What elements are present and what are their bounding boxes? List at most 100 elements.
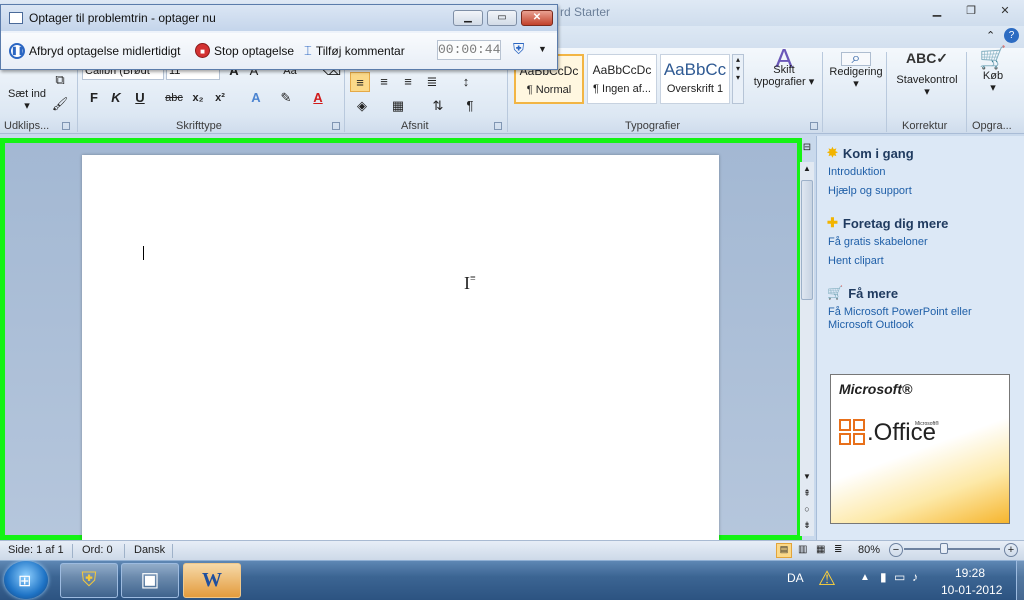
action-center-icon[interactable]: ⚠ <box>818 566 836 591</box>
line-spacing-icon[interactable]: ↕ <box>456 72 476 92</box>
pane-link[interactable]: Få Microsoft PowerPoint eller Microsoft … <box>828 306 998 332</box>
taskbar-word[interactable]: W <box>183 563 241 598</box>
help-icon[interactable]: ? <box>1004 28 1019 43</box>
sort-icon[interactable]: ⇅ <box>428 96 448 116</box>
add-comment-button[interactable]: ⌶ Tilføj kommentar <box>304 43 405 59</box>
print-layout-icon[interactable]: ▤ <box>776 543 792 558</box>
change-styles-button[interactable]: A Skift typografier ▾ <box>748 43 820 88</box>
language-indicator[interactable]: Dansk <box>134 544 165 556</box>
font-launcher-icon[interactable] <box>332 122 340 130</box>
previous-page-icon[interactable]: ⇞ <box>800 488 814 499</box>
shading-icon[interactable]: ◈ <box>352 96 372 116</box>
bold-button[interactable]: F <box>84 88 104 108</box>
shield-icon: ⛨ <box>513 41 525 58</box>
next-page-icon[interactable]: ⇟ <box>800 520 814 531</box>
help-dropdown-icon[interactable]: ▼ <box>538 44 547 54</box>
pane-heading-text: Få mere <box>848 285 899 301</box>
microsoft-logo: Microsoft® <box>839 381 913 397</box>
align-right-icon[interactable]: ≡ <box>398 72 418 92</box>
zoom-slider[interactable] <box>904 548 1000 550</box>
zoom-in-icon[interactable]: + <box>1004 543 1018 557</box>
pane-heading: 🛒 Få mere <box>827 285 898 301</box>
style-heading-1[interactable]: AaBbCc Overskrift 1 <box>660 54 730 104</box>
subscript-button[interactable]: x₂ <box>188 88 208 108</box>
buy-button[interactable]: 🛒 Køb ▾ <box>970 47 1016 95</box>
recorder-close-button[interactable]: ✕ <box>521 10 553 26</box>
align-center-icon[interactable]: ≡ <box>374 72 394 92</box>
comment-icon: ⌶ <box>304 43 312 58</box>
recorder-toolbar: ❚❚ Afbryd optagelse midlertidigt ■ Stop … <box>1 33 557 69</box>
clock-time[interactable]: 19:28 <box>955 566 985 580</box>
close-button[interactable]: ✕ <box>992 3 1018 19</box>
clipboard-launcher-icon[interactable] <box>62 122 70 130</box>
justify-icon[interactable]: ≣ <box>422 72 442 92</box>
clock-date[interactable]: 10-01-2012 <box>941 583 1002 597</box>
style-name: Overskrift 1 <box>666 83 724 95</box>
status-bar: Side: 1 af 1 Ord: 0 Dansk ▤ ▥ ▦ ≣ 80% − … <box>0 540 1024 560</box>
zoom-out-icon[interactable]: − <box>889 543 903 557</box>
scroll-up-icon[interactable]: ▲ <box>800 164 814 173</box>
recording-timer: 00:00:44 <box>437 40 501 60</box>
web-layout-icon[interactable]: ▦ <box>816 544 825 555</box>
paste-button[interactable]: Sæt ind ▾ <box>8 88 46 112</box>
minimize-button[interactable]: ▁ <box>924 3 950 19</box>
italic-button[interactable]: K <box>106 88 126 108</box>
highlight-icon[interactable]: ✎ <box>276 88 296 108</box>
word-count[interactable]: Ord: 0 <box>82 544 113 556</box>
zoom-level[interactable]: 80% <box>858 544 880 556</box>
language-bar[interactable]: DA <box>787 571 804 585</box>
align-left-icon[interactable]: ≡ <box>350 72 370 92</box>
collapse-ribbon-icon[interactable]: ⌃ <box>986 29 995 42</box>
pane-link[interactable]: Hent clipart <box>828 255 884 268</box>
pause-recording-button[interactable]: ❚❚ Afbryd optagelse midlertidigt <box>9 43 180 59</box>
maximize-button[interactable]: ❐ <box>958 3 984 19</box>
group-separator <box>966 52 967 132</box>
superscript-button[interactable]: x² <box>210 88 230 108</box>
format-painter-icon[interactable]: 🖌 <box>50 94 70 114</box>
font-color-icon[interactable]: A <box>308 88 328 108</box>
pane-link[interactable]: Få gratis skabeloner <box>828 236 928 249</box>
spelling-button[interactable]: ABC✓ Stavekontrol ▾ <box>890 51 964 98</box>
buy-label: Køb <box>982 70 1004 82</box>
style-no-spacing[interactable]: AaBbCcDc ¶ Ingen af... <box>587 54 657 104</box>
change-styles-icon: A <box>775 43 793 73</box>
style-sample: AaBbCc <box>663 60 727 79</box>
show-marks-icon[interactable]: ¶ <box>460 96 480 116</box>
copy-icon[interactable]: ⧉ <box>50 70 70 90</box>
browse-object-icon[interactable]: ○ <box>800 504 814 514</box>
document-page[interactable] <box>82 155 719 540</box>
recorder-app-icon <box>9 12 23 24</box>
taskbar-steps-recorder[interactable]: ▣ <box>121 563 179 598</box>
pane-heading: ✚ Foretag dig mere <box>827 215 948 231</box>
borders-icon[interactable]: ▦ <box>388 96 408 116</box>
recorder-minimize-button[interactable]: ▁ <box>453 10 483 26</box>
stop-label: Stop optagelse <box>214 43 295 58</box>
styles-launcher-icon[interactable] <box>810 122 818 130</box>
volume-icon[interactable]: ♪ <box>912 570 918 584</box>
stop-recording-button[interactable]: ■ Stop optagelse <box>195 43 294 58</box>
scroll-down-icon[interactable]: ▼ <box>800 472 814 481</box>
show-hidden-icons-icon[interactable]: ▲ <box>860 572 870 583</box>
view-ruler-icon[interactable]: ⊟ <box>800 142 814 158</box>
strikethrough-button[interactable]: abc <box>164 88 184 108</box>
paragraph-launcher-icon[interactable] <box>494 122 502 130</box>
zoom-slider-thumb[interactable] <box>940 543 948 554</box>
pane-link[interactable]: Introduktion <box>828 166 885 179</box>
network-icon[interactable]: ▮ <box>880 570 887 584</box>
full-screen-icon[interactable]: ▥ <box>798 544 807 555</box>
pane-link[interactable]: Hjælp og support <box>828 185 912 198</box>
styles-scroll[interactable]: ▴ ▾ ▾ <box>732 54 744 104</box>
taskbar-security-center[interactable]: ⛨ <box>60 563 118 598</box>
office-advertisement[interactable]: Microsoft® .Office Microsoft® <box>830 374 1010 524</box>
underline-button[interactable]: U <box>130 88 150 108</box>
page-count[interactable]: Side: 1 af 1 <box>8 544 64 556</box>
start-button[interactable]: ⊞ <box>4 561 48 599</box>
group-separator <box>822 52 823 132</box>
draft-icon[interactable]: ≣ <box>834 544 842 555</box>
editing-button[interactable]: ⌕ Redigering ▾ <box>826 51 886 91</box>
recorder-restore-button[interactable]: ▭ <box>487 10 517 26</box>
battery-icon[interactable]: ▭ <box>894 570 905 584</box>
show-desktop-button[interactable] <box>1016 560 1024 600</box>
text-effects-icon[interactable]: A <box>246 88 266 108</box>
scrollbar-thumb[interactable] <box>801 180 813 300</box>
